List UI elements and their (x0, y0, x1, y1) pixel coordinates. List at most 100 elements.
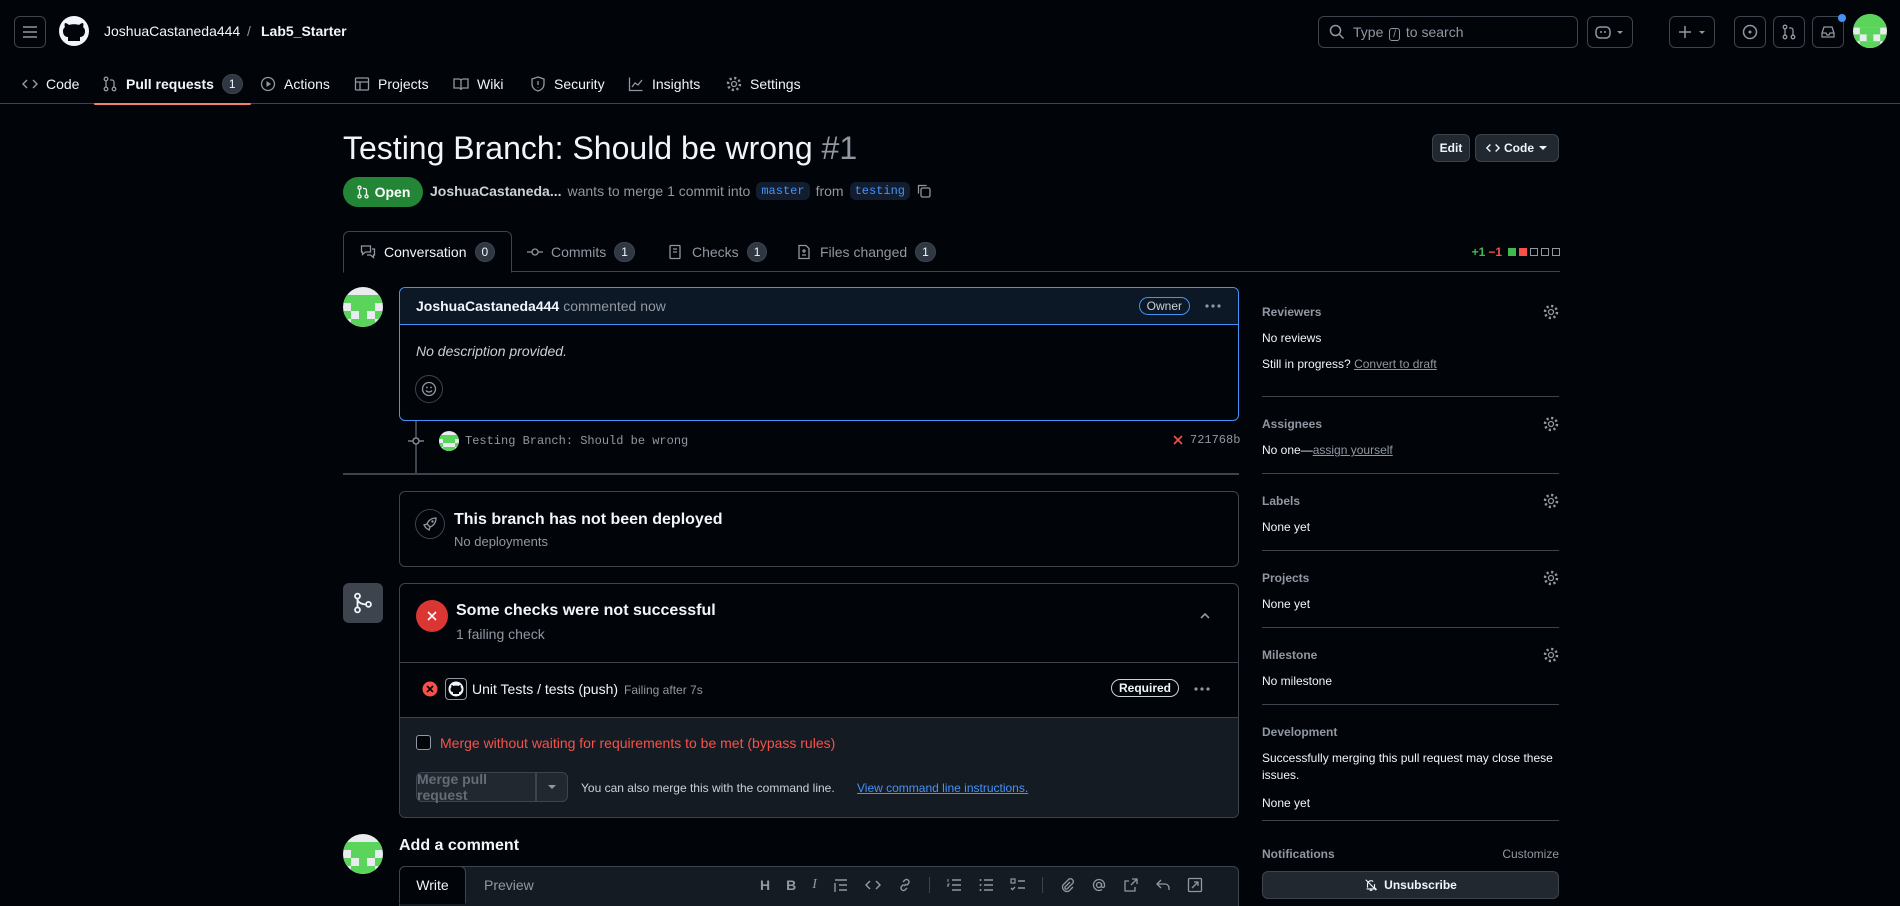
cross-reference-icon[interactable] (1123, 877, 1139, 893)
add-reaction-button[interactable] (415, 375, 443, 403)
tab-preview[interactable]: Preview (484, 877, 534, 893)
merge-section: Merge without waiting for requirements t… (400, 717, 1238, 817)
pull-request-icon (103, 76, 117, 92)
reviewers-title[interactable]: Reviewers (1262, 305, 1321, 319)
commit-sha[interactable]: 721768b (1190, 433, 1240, 447)
tab-checks[interactable]: Checks 1 (652, 231, 783, 272)
tab-files-changed[interactable]: Files changed 1 (780, 231, 952, 272)
mention-icon[interactable] (1091, 877, 1107, 893)
nav-settings[interactable]: Settings (726, 64, 801, 104)
code-button-label: Code (1504, 141, 1534, 155)
fullscreen-icon[interactable] (1187, 877, 1203, 893)
chevron-up-icon[interactable] (1198, 609, 1212, 623)
search-placeholder-suffix: to search (1405, 23, 1464, 40)
search-icon (1329, 24, 1345, 40)
nav-actions[interactable]: Actions (260, 64, 330, 104)
avatar[interactable] (343, 287, 383, 327)
merge-options-button[interactable] (536, 772, 568, 802)
hamburger-menu-button[interactable] (14, 16, 46, 48)
add-comment-title: Add a comment (399, 837, 520, 854)
x-circle-icon (422, 681, 438, 697)
tab-commits[interactable]: Commits 1 (511, 231, 651, 272)
nav-wiki[interactable]: Wiki (453, 64, 503, 104)
commit-avatar[interactable] (439, 431, 459, 451)
x-circle-icon (416, 600, 448, 632)
deployment-title: This branch has not been deployed (454, 511, 723, 528)
ordered-list-icon[interactable] (946, 877, 962, 893)
merge-pull-request-button[interactable]: Merge pull request (416, 771, 536, 803)
quote-icon[interactable] (833, 877, 849, 893)
bypass-checkbox[interactable] (416, 735, 431, 750)
search-placeholder-prefix: Type (1353, 23, 1384, 40)
tab-files-changed-count: 1 (915, 241, 936, 262)
assign-yourself-link[interactable]: assign yourself (1313, 443, 1393, 457)
inbox-icon (1821, 26, 1835, 38)
nav-code[interactable]: Code (22, 64, 79, 104)
tab-conversation[interactable]: Conversation 0 (343, 231, 513, 273)
bypass-label[interactable]: Merge without waiting for requirements t… (440, 735, 835, 751)
avatar[interactable] (343, 834, 383, 874)
kebab-horizontal-icon[interactable] (1204, 300, 1222, 312)
commit-icon (527, 247, 543, 256)
edit-button[interactable]: Edit (1432, 134, 1470, 162)
nav-pull-requests[interactable]: Pull requests 1 (94, 64, 251, 105)
commit-message[interactable]: Testing Branch: Should be wrong (465, 434, 688, 448)
tasklist-icon[interactable] (1010, 877, 1026, 893)
pull-requests-button[interactable] (1773, 16, 1805, 48)
unsubscribe-button[interactable]: Unsubscribe (1262, 871, 1559, 899)
assignees-title[interactable]: Assignees (1262, 417, 1322, 431)
code-icon[interactable] (864, 877, 881, 893)
gear-icon[interactable] (1543, 647, 1559, 663)
nav-projects[interactable]: Projects (354, 64, 429, 104)
comment-author[interactable]: JoshuaCastaneda444 (416, 298, 559, 314)
bold-icon[interactable]: B (786, 877, 796, 893)
italic-icon[interactable]: I (812, 877, 817, 893)
gear-icon[interactable] (1543, 304, 1559, 320)
nav-security-label: Security (554, 76, 605, 92)
github-logo-icon[interactable] (58, 15, 90, 47)
milestone-title[interactable]: Milestone (1262, 648, 1317, 662)
gear-icon[interactable] (1543, 416, 1559, 432)
bell-slash-icon (1365, 879, 1378, 891)
code-dropdown-button[interactable]: Code (1475, 134, 1559, 162)
reviewers-value: No reviews (1262, 331, 1322, 345)
comment-timestamp[interactable]: commented now (563, 298, 666, 314)
tab-write[interactable]: Write (399, 866, 466, 904)
gear-icon[interactable] (1543, 570, 1559, 586)
nav-security[interactable]: Security (530, 64, 605, 104)
gear-icon[interactable] (1543, 493, 1559, 509)
pr-author-link[interactable]: JoshuaCastaneda... (430, 183, 562, 199)
reply-icon[interactable] (1155, 877, 1171, 893)
customize-link[interactable]: Customize (1502, 847, 1559, 861)
search-input[interactable]: Type / to search (1318, 16, 1578, 48)
copilot-button[interactable] (1587, 16, 1633, 48)
diffstat-deletions: −1 (1488, 245, 1502, 259)
head-branch[interactable]: testing (849, 182, 910, 200)
user-avatar[interactable] (1853, 14, 1887, 48)
copilot-icon (1595, 26, 1623, 39)
unordered-list-icon[interactable] (978, 877, 994, 893)
owner-badge: Owner (1138, 297, 1190, 315)
notification-dot (1838, 14, 1846, 22)
projects-title[interactable]: Projects (1262, 571, 1309, 585)
cli-instructions-link[interactable]: View command line instructions. (857, 781, 1028, 795)
pull-request-icon (356, 185, 369, 199)
breadcrumb-repo[interactable]: Lab5_Starter (261, 23, 347, 39)
nav-settings-label: Settings (750, 76, 801, 92)
heading-icon[interactable]: H (760, 877, 770, 893)
paperclip-icon[interactable] (1059, 877, 1075, 893)
breadcrumb-owner[interactable]: JoshuaCastaneda444 (104, 23, 240, 39)
check-name[interactable]: Unit Tests / tests (push) (472, 681, 618, 697)
gear-icon (726, 76, 742, 92)
convert-to-draft-link[interactable]: Convert to draft (1354, 357, 1437, 371)
labels-title[interactable]: Labels (1262, 494, 1300, 508)
copy-icon[interactable] (916, 183, 932, 199)
link-icon[interactable] (897, 877, 913, 893)
issues-button[interactable] (1734, 16, 1766, 48)
kebab-horizontal-icon[interactable] (1193, 683, 1211, 695)
x-icon[interactable] (1172, 434, 1184, 446)
nav-insights[interactable]: Insights (628, 64, 700, 104)
commit-icon (408, 437, 424, 445)
create-new-button[interactable] (1669, 16, 1715, 48)
base-branch[interactable]: master (756, 182, 810, 200)
